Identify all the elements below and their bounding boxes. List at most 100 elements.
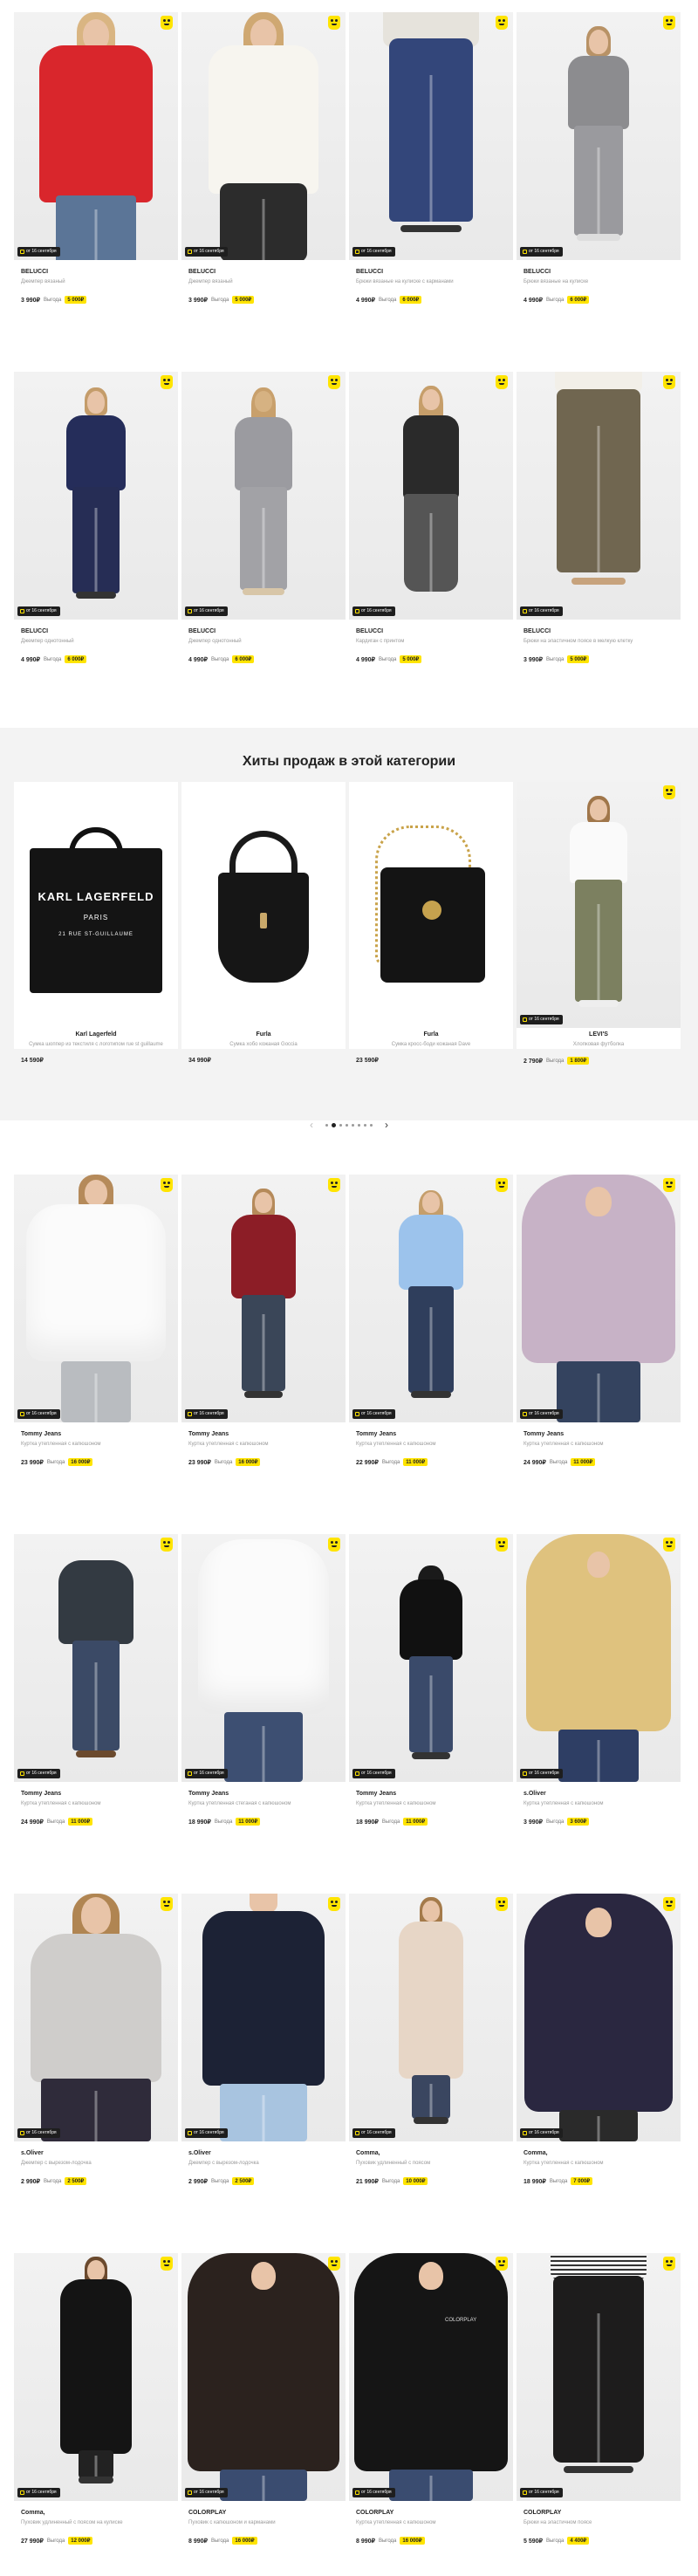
product-brand: BELUCCI bbox=[524, 269, 551, 275]
product-card[interactable]: от 16 сентября BELUCCI Джемпер однотонны… bbox=[181, 372, 346, 695]
product-photo[interactable]: от 16 сентября bbox=[517, 1894, 681, 2141]
product-photo[interactable] bbox=[349, 782, 513, 1028]
product-card[interactable]: от 16 сентября BELUCCI Джемпер однотонны… bbox=[14, 372, 178, 695]
carousel-dot[interactable] bbox=[339, 1123, 342, 1127]
favorite-mascot-icon[interactable] bbox=[496, 1178, 508, 1192]
favorite-mascot-icon[interactable] bbox=[663, 375, 675, 389]
favorite-mascot-icon[interactable] bbox=[663, 1538, 675, 1552]
carousel-dot[interactable] bbox=[325, 1123, 328, 1127]
product-card[interactable]: от 16 сентября s.Oliver Джемпер с вырезо… bbox=[14, 1894, 178, 2216]
product-card[interactable]: COLORPLAY от 16 сентября COLORPLAY Куртк… bbox=[349, 2253, 513, 2576]
product-card[interactable]: от 16 сентября Comma, Куртка утепленная … bbox=[517, 1894, 681, 2216]
product-card[interactable]: от 16 сентября BELUCCI Брюки вязаные на … bbox=[517, 12, 681, 335]
favorite-mascot-icon[interactable] bbox=[161, 375, 173, 389]
next-arrow-icon[interactable]: › bbox=[385, 1119, 388, 1131]
product-card[interactable]: от 16 сентября LEVI'S Хлопковая футболка… bbox=[517, 782, 681, 1065]
product-card[interactable]: от 16 сентября BELUCCI Брюки на эластичн… bbox=[517, 372, 681, 695]
favorite-mascot-icon[interactable] bbox=[328, 1538, 340, 1552]
savings-value: 5 000₽ bbox=[400, 655, 422, 663]
product-photo[interactable]: от 16 сентября bbox=[349, 1534, 513, 1782]
product-card[interactable]: от 16 сентября BELUCCI Джемпер вязаный 3… bbox=[14, 12, 178, 335]
favorite-mascot-icon[interactable] bbox=[496, 16, 508, 30]
carousel-dot[interactable] bbox=[332, 1122, 336, 1127]
carousel-dot[interactable] bbox=[364, 1123, 366, 1127]
product-photo[interactable]: от 16 сентября bbox=[517, 2253, 681, 2501]
product-photo[interactable]: от 16 сентября bbox=[181, 372, 346, 620]
product-card[interactable]: от 16 сентября BELUCCI Кардиган с принто… bbox=[349, 372, 513, 695]
product-card[interactable]: от 16 сентября Tommy Jeans Куртка утепле… bbox=[181, 1534, 346, 1857]
favorite-mascot-icon[interactable] bbox=[328, 16, 340, 30]
product-card[interactable]: от 16 сентября Tommy Jeans Куртка утепле… bbox=[181, 1175, 346, 1497]
product-card[interactable]: от 16 сентября COLORPLAY Пуховик с капюш… bbox=[181, 2253, 346, 2576]
product-photo[interactable]: от 16 сентября bbox=[181, 1894, 346, 2141]
product-photo[interactable]: от 16 сентября bbox=[14, 12, 178, 260]
product-photo[interactable]: от 16 сентября bbox=[517, 12, 681, 260]
product-card[interactable]: от 16 сентября s.Oliver Джемпер с вырезо… bbox=[181, 1894, 346, 2216]
favorite-mascot-icon[interactable] bbox=[161, 2257, 173, 2271]
product-photo[interactable]: от 16 сентября bbox=[14, 1894, 178, 2141]
carousel-dot[interactable] bbox=[346, 1123, 348, 1127]
product-card[interactable]: Furla Сумка кросс-боди кожаная Dave 23 5… bbox=[349, 782, 513, 1064]
product-card[interactable]: от 16 сентября Tommy Jeans Куртка утепле… bbox=[14, 1175, 178, 1497]
product-photo[interactable]: от 16 сентября bbox=[14, 372, 178, 620]
savings-label: Выгода bbox=[378, 2538, 397, 2544]
favorite-mascot-icon[interactable] bbox=[663, 1897, 675, 1911]
product-photo[interactable]: от 16 сентября bbox=[14, 2253, 178, 2501]
product-card[interactable]: Furla Сумка хобо кожаная Goccia 34 990₽ bbox=[181, 782, 346, 1064]
product-price: 4 990₽ bbox=[188, 656, 208, 663]
favorite-mascot-icon[interactable] bbox=[663, 785, 675, 799]
favorite-mascot-icon[interactable] bbox=[161, 1538, 173, 1552]
product-photo[interactable]: от 16 сентября bbox=[181, 1175, 346, 1422]
favorite-mascot-icon[interactable] bbox=[328, 1178, 340, 1192]
favorite-mascot-icon[interactable] bbox=[161, 16, 173, 30]
favorite-mascot-icon[interactable] bbox=[328, 1897, 340, 1911]
favorite-mascot-icon[interactable] bbox=[328, 375, 340, 389]
product-card[interactable]: KARL LAGERFELD PARIS 21 RUE ST-GUILLAUME… bbox=[14, 782, 178, 1064]
product-card[interactable]: от 16 сентября Comma, Пуховик удлиненный… bbox=[14, 2253, 178, 2576]
product-card[interactable]: от 16 сентября Tommy Jeans Куртка утепле… bbox=[517, 1175, 681, 1497]
product-photo[interactable]: от 16 сентября bbox=[14, 1534, 178, 1782]
favorite-mascot-icon[interactable] bbox=[496, 2257, 508, 2271]
favorite-mascot-icon[interactable] bbox=[663, 1178, 675, 1192]
product-photo[interactable]: от 16 сентября bbox=[181, 1534, 346, 1782]
favorite-mascot-icon[interactable] bbox=[496, 1538, 508, 1552]
carousel-dot[interactable] bbox=[358, 1123, 360, 1127]
product-photo[interactable]: от 16 сентября bbox=[517, 1175, 681, 1422]
product-photo[interactable]: от 16 сентября bbox=[349, 1175, 513, 1422]
product-photo[interactable]: KARL LAGERFELD PARIS 21 RUE ST-GUILLAUME bbox=[14, 782, 178, 1028]
favorite-mascot-icon[interactable] bbox=[663, 2257, 675, 2271]
favorite-mascot-icon[interactable] bbox=[328, 2257, 340, 2271]
product-photo[interactable]: от 16 сентября bbox=[181, 2253, 346, 2501]
delivery-badge: от 16 сентября bbox=[185, 2128, 228, 2138]
favorite-mascot-icon[interactable] bbox=[161, 1897, 173, 1911]
product-photo[interactable] bbox=[181, 782, 346, 1028]
box-icon bbox=[523, 2131, 527, 2135]
product-description: Куртка утепленная с капюшоном bbox=[524, 1442, 604, 1447]
product-photo[interactable]: от 16 сентября bbox=[517, 1534, 681, 1782]
product-card[interactable]: от 16 сентября Comma, Пуховик удлиненный… bbox=[349, 1894, 513, 2216]
product-card[interactable]: от 16 сентября COLORPLAY Брюки на эласти… bbox=[517, 2253, 681, 2576]
favorite-mascot-icon[interactable] bbox=[161, 1178, 173, 1192]
product-card[interactable]: от 16 сентября BELUCCI Джемпер вязаный 3… bbox=[181, 12, 346, 335]
product-card[interactable]: от 16 сентября Tommy Jeans Куртка утепле… bbox=[14, 1534, 178, 1857]
product-photo[interactable]: от 16 сентября bbox=[517, 372, 681, 620]
product-photo[interactable]: от 16 сентября bbox=[349, 1894, 513, 2141]
carousel-dot[interactable] bbox=[370, 1123, 373, 1127]
carousel-dot[interactable] bbox=[352, 1123, 354, 1127]
product-photo[interactable]: COLORPLAY от 16 сентября bbox=[349, 2253, 513, 2501]
product-photo[interactable]: от 16 сентября bbox=[517, 782, 681, 1028]
product-photo[interactable]: от 16 сентября bbox=[349, 372, 513, 620]
product-card[interactable]: от 16 сентября s.Oliver Куртка утепленна… bbox=[517, 1534, 681, 1857]
product-brand: BELUCCI bbox=[21, 269, 49, 275]
product-photo[interactable]: от 16 сентября bbox=[349, 12, 513, 260]
product-price: 8 990₽ bbox=[356, 2538, 375, 2545]
product-photo[interactable]: от 16 сентября bbox=[181, 12, 346, 260]
favorite-mascot-icon[interactable] bbox=[496, 1897, 508, 1911]
favorite-mascot-icon[interactable] bbox=[663, 16, 675, 30]
product-card[interactable]: от 16 сентября BELUCCI Брюки вязаные на … bbox=[349, 12, 513, 335]
product-card[interactable]: от 16 сентября Tommy Jeans Куртка утепле… bbox=[349, 1175, 513, 1497]
product-card[interactable]: от 16 сентября Tommy Jeans Куртка утепле… bbox=[349, 1534, 513, 1857]
favorite-mascot-icon[interactable] bbox=[496, 375, 508, 389]
product-photo[interactable]: от 16 сентября bbox=[14, 1175, 178, 1422]
prev-arrow-icon[interactable]: ‹ bbox=[310, 1119, 313, 1131]
